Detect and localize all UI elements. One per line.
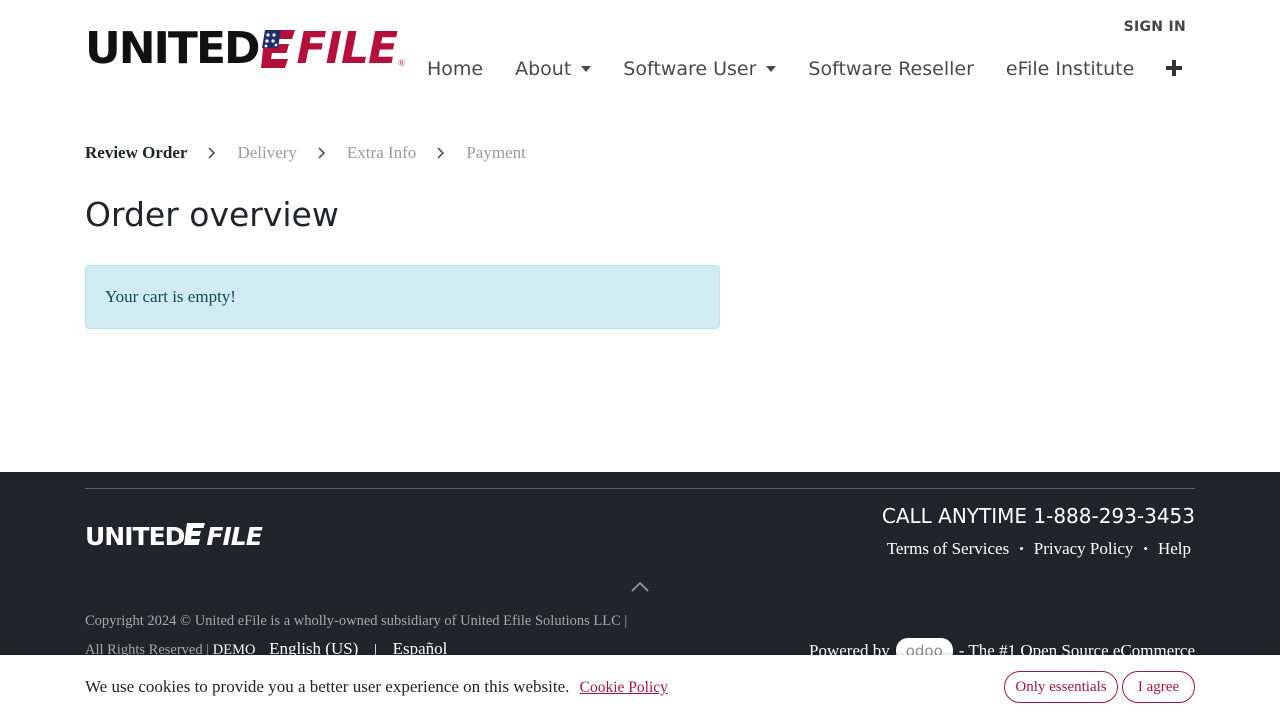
logo-registered-mark: ®	[398, 58, 405, 68]
nav-item-software-user[interactable]: Software User	[607, 58, 792, 80]
chevron-right-icon	[315, 146, 329, 160]
site-header: UNITED FILE ® SIGN IN Home About Softwar…	[0, 0, 1280, 115]
empty-cart-alert: Your cart is empty!	[85, 265, 720, 329]
bullet-separator: •	[1019, 541, 1024, 556]
alert-text: Your cart is empty!	[105, 287, 236, 306]
step-delivery: Delivery	[237, 143, 297, 162]
sign-in-link[interactable]: SIGN IN	[1124, 19, 1186, 35]
only-essentials-button[interactable]: Only essentials	[1004, 671, 1118, 703]
scroll-to-top-chevron-up-icon[interactable]	[631, 580, 649, 592]
help-link[interactable]: Help	[1158, 539, 1191, 559]
nav-item-label: About	[515, 58, 572, 80]
privacy-policy-link[interactable]: Privacy Policy	[1034, 539, 1134, 559]
cookie-text: We use cookies to provide you a better u…	[85, 677, 570, 696]
plus-icon[interactable]	[1150, 56, 1198, 82]
step-extra-info: Extra Info	[346, 143, 417, 162]
nav-item-efile-institute[interactable]: eFile Institute	[990, 58, 1150, 80]
i-agree-button[interactable]: I agree	[1122, 671, 1195, 703]
bullet-separator: •	[1143, 541, 1148, 556]
cookie-message: We use cookies to provide you a better u…	[85, 677, 668, 697]
logo-flag-e-icon	[260, 28, 297, 70]
footer-divider	[85, 488, 1195, 489]
step-review-order: Review Order	[85, 143, 188, 162]
footer-links: Terms of Services • Privacy Policy • Hel…	[887, 539, 1191, 559]
cookie-policy-link[interactable]: Cookie Policy	[580, 679, 668, 696]
terms-of-services-link[interactable]: Terms of Services	[887, 539, 1010, 559]
call-phone-number[interactable]: CALL ANYTIME 1-888-293-3453	[882, 504, 1195, 528]
nav-item-label: eFile Institute	[1005, 58, 1135, 80]
nav-item-home[interactable]: Home	[411, 58, 499, 80]
page-title: Order overview	[85, 195, 339, 234]
caret-down-icon	[581, 66, 592, 72]
logo-united-text: UNITED	[85, 23, 261, 74]
logo-file-text: FILE	[296, 23, 399, 74]
nav-item-label: Home	[427, 58, 484, 80]
nav-item-label: Software Reseller	[808, 58, 974, 80]
footer-logo-e-icon	[184, 522, 206, 551]
nav-item-software-reseller[interactable]: Software Reseller	[792, 58, 989, 80]
footer-logo-united-text: UNITED	[85, 522, 185, 551]
chevron-right-icon	[434, 146, 448, 160]
step-payment: Payment	[466, 143, 526, 162]
nav-item-about[interactable]: About	[499, 58, 607, 80]
main-nav: Home About Software User Software Resell…	[411, 54, 1198, 84]
chevron-right-icon	[205, 146, 219, 160]
checkout-steps: Review Order Delivery Extra Info Payment	[85, 143, 526, 163]
site-logo[interactable]: UNITED FILE ®	[85, 23, 405, 74]
footer-logo-file-text: FILE	[206, 522, 262, 551]
cookie-banner: We use cookies to provide you a better u…	[0, 655, 1280, 720]
nav-item-label: Software User	[623, 58, 757, 80]
footer-logo[interactable]: UNITED FILE	[85, 522, 263, 551]
caret-down-icon	[766, 66, 777, 72]
